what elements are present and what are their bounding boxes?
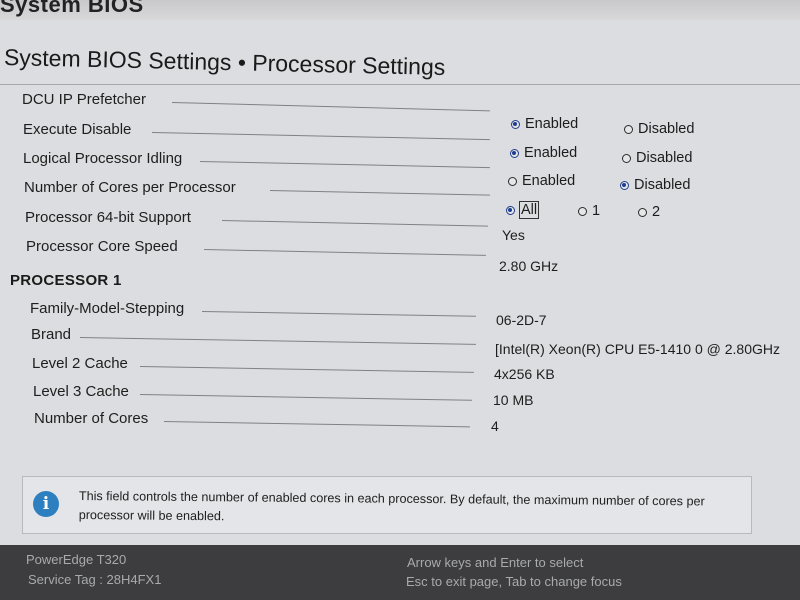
- info-label: Family-Model-Stepping: [30, 300, 185, 317]
- leader-line: [79, 337, 476, 345]
- info-value: 4x256 KB: [494, 366, 555, 382]
- info-row-number-of-cores: Number of Cores 4: [0, 409, 800, 434]
- radio-execute-disable-disabled[interactable]: Disabled: [624, 121, 694, 137]
- setting-row-dcu-ip-prefetcher[interactable]: DCU IP Prefetcher: [0, 90, 800, 114]
- status-footer: PowerEdge T320 Service Tag : 28H4FX1 Arr…: [0, 545, 800, 600]
- setting-label: Logical Processor Idling: [23, 150, 183, 167]
- leader-line: [269, 190, 490, 196]
- setting-row-processor-64bit[interactable]: Processor 64-bit Support All 1 2: [0, 201, 800, 229]
- radio-unselected-icon: [638, 207, 647, 217]
- radio-cores-disabled[interactable]: Disabled: [620, 177, 690, 193]
- leader-line: [221, 220, 488, 227]
- info-label: Level 2 Cache: [32, 355, 128, 372]
- radio-unselected-icon: [624, 124, 633, 134]
- radio-selected-icon: [620, 180, 629, 190]
- setting-label: Processor 64-bit Support: [25, 209, 191, 226]
- leader-line: [163, 421, 470, 428]
- radio-cores-all[interactable]: All: [506, 201, 540, 219]
- setting-label: Processor Core Speed: [26, 238, 178, 255]
- leader-line: [139, 366, 474, 373]
- leader-line: [151, 132, 490, 141]
- setting-value: Yes: [502, 227, 525, 243]
- setting-row-processor-core-speed: Processor Core Speed Yes: [0, 227, 800, 258]
- page-title: System BIOS Settings • Processor Setting…: [3, 44, 446, 81]
- info-row-brand: Brand [Intel(R) Xeon(R) CPU E5-1410 0 @ …: [0, 325, 800, 357]
- setting-label: DCU IP Prefetcher: [22, 91, 146, 108]
- setting-row-number-of-cores[interactable]: Number of Cores per Processor Enabled Di…: [0, 173, 800, 200]
- info-label: Level 3 Cache: [33, 383, 129, 400]
- radio-selected-icon: [511, 119, 520, 129]
- radio-execute-disable-enabled[interactable]: Enabled: [511, 116, 578, 132]
- info-value: 4: [491, 418, 499, 434]
- help-panel: i This field controls the number of enab…: [22, 476, 752, 534]
- window-title-bar: System BIOS: [0, 0, 800, 20]
- radio-cores-enabled[interactable]: Enabled: [508, 173, 575, 189]
- radio-cores-1[interactable]: 1: [578, 203, 600, 219]
- section-header-processor-1: PROCESSOR 1: [10, 272, 122, 289]
- help-text: This field controls the number of enable…: [78, 488, 705, 524]
- radio-cores-2[interactable]: 2: [638, 204, 660, 220]
- footer-service-tag: Service Tag : 28H4FX1: [28, 572, 162, 587]
- leader-line: [139, 394, 472, 401]
- footer-hint-navigation: Arrow keys and Enter to select: [407, 555, 584, 570]
- setting-value: 2.80 GHz: [499, 258, 559, 274]
- radio-unselected-icon: [508, 176, 517, 186]
- setting-label: Number of Cores per Processor: [24, 179, 236, 196]
- setting-label: Execute Disable: [23, 121, 132, 138]
- radio-unselected-icon: [622, 153, 631, 163]
- info-row-level3-cache: Level 3 Cache 10 MB: [0, 382, 800, 408]
- info-label: Brand: [31, 326, 72, 343]
- info-row-family-model-stepping: Family-Model-Stepping 06-2D-7: [0, 298, 800, 328]
- footer-model: PowerEdge T320: [26, 552, 127, 567]
- radio-selected-icon: [506, 205, 515, 215]
- radio-unselected-icon: [578, 206, 587, 216]
- setting-row-logical-processor-idling[interactable]: Logical Processor Idling Enabled Disable…: [0, 145, 800, 171]
- info-value: 10 MB: [493, 392, 534, 408]
- radio-logical-idling-enabled[interactable]: Enabled: [510, 145, 577, 161]
- title-divider: [0, 84, 800, 85]
- footer-hint-exit: Esc to exit page, Tab to change focus: [406, 574, 622, 589]
- info-row-level2-cache: Level 2 Cache 4x256 KB: [0, 354, 800, 382]
- info-label: Number of Cores: [34, 410, 149, 427]
- radio-logical-idling-disabled[interactable]: Disabled: [622, 150, 692, 166]
- radio-selected-icon: [510, 148, 519, 158]
- leader-line: [171, 102, 490, 112]
- leader-line: [201, 311, 476, 317]
- window-title: System BIOS: [0, 0, 144, 17]
- setting-row-execute-disable[interactable]: Execute Disable Enabled Disabled: [0, 116, 800, 142]
- info-icon: i: [33, 491, 59, 517]
- leader-line: [203, 249, 486, 256]
- leader-line: [199, 161, 490, 169]
